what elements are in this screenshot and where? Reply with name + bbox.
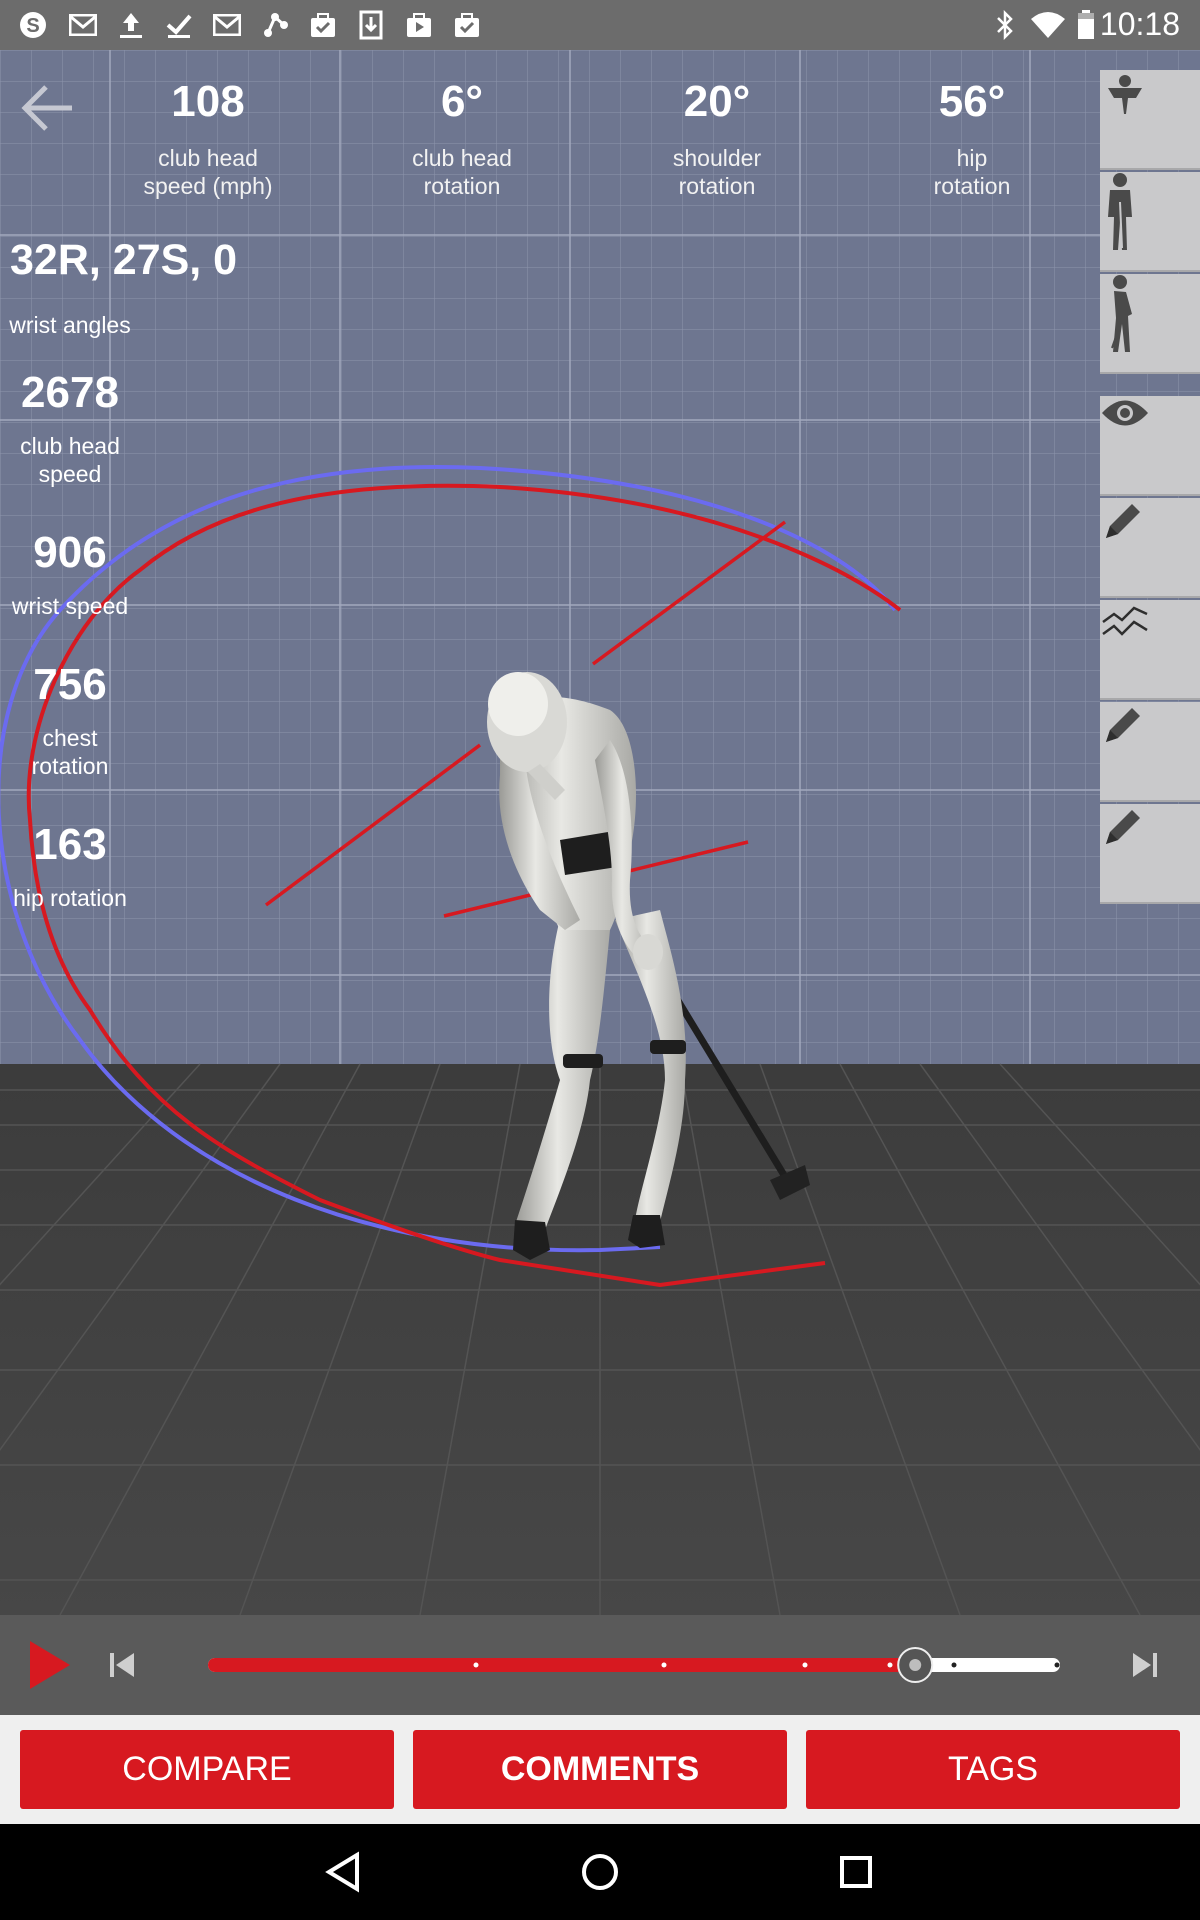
bluetooth-icon <box>990 10 1020 40</box>
wrist-angles-label: wrist angles <box>9 312 131 338</box>
playback-controls <box>0 1615 1200 1715</box>
skype-icon: S <box>18 10 48 40</box>
eye-icon <box>1102 400 1148 426</box>
svg-text:S: S <box>26 15 39 37</box>
metric-hip-rotation: 56° hip rotation <box>872 78 1072 200</box>
play-button[interactable] <box>20 1635 80 1695</box>
gmail-icon <box>68 10 98 40</box>
metric-value: 56° <box>938 77 1006 126</box>
chart-lines-icon <box>1102 606 1148 636</box>
battery-icon <box>1074 10 1098 40</box>
nav-canvas <box>310 1844 890 1900</box>
tags-button[interactable]: TAGS <box>806 1730 1180 1809</box>
metric-value: 6° <box>440 77 484 126</box>
pencil-icon <box>1106 810 1140 844</box>
front-view-button[interactable] <box>1100 172 1200 272</box>
draw-button-1[interactable] <box>1100 498 1200 598</box>
metric-label: club head rotation <box>412 145 512 199</box>
metric-label: hip rotation <box>13 885 127 911</box>
metric-value: 2678 <box>21 368 119 417</box>
nav-home-button[interactable] <box>565 1844 635 1900</box>
upload-icon <box>116 10 146 40</box>
compare-button[interactable]: COMPARE <box>20 1730 394 1809</box>
metric-chest-rotation: 756 chest rotation <box>0 660 140 780</box>
share-icon <box>260 10 290 40</box>
metric-value: 756 <box>33 660 107 709</box>
metric-shoulder-rotation: 20° shoulder rotation <box>617 78 817 200</box>
trophy-button[interactable] <box>1100 70 1200 170</box>
skip-back-button[interactable] <box>100 1645 140 1685</box>
metric-label: chest rotation <box>31 725 109 779</box>
draw-button-2[interactable] <box>1100 702 1200 802</box>
draw-button-3[interactable] <box>1100 804 1200 904</box>
metric-label: club head speed (mph) <box>143 145 273 199</box>
timeline-scrubber[interactable] <box>208 1647 1060 1683</box>
metric-club-head-speed-left: 2678 club head speed <box>0 368 140 488</box>
metric-label: club head speed <box>20 433 120 487</box>
metric-value: 163 <box>33 820 107 869</box>
golfer-side-icon <box>1111 275 1132 352</box>
metric-club-head-rotation: 6° club head rotation <box>362 78 562 200</box>
play-store-icon <box>404 10 434 40</box>
android-nav-bar <box>0 1824 1200 1920</box>
metric-label: shoulder rotation <box>672 145 762 199</box>
pencil-icon <box>1106 504 1140 538</box>
metric-hip-rotation-left: 163 hip rotation <box>0 820 140 912</box>
status-bar: S 10:18 <box>0 0 1200 50</box>
graph-button[interactable] <box>1100 600 1200 700</box>
visibility-button[interactable] <box>1100 396 1200 496</box>
screen: S 10:18 108 club head speed (mph) 6° clu… <box>0 0 1200 1920</box>
back-button[interactable] <box>18 78 78 138</box>
playback-canvas <box>20 1635 1165 1695</box>
briefcase-check-icon <box>452 10 482 40</box>
metric-value: 20° <box>683 77 751 126</box>
metric-label: hip rotation <box>933 145 1011 199</box>
action-tabs: COMPARE COMMENTS TAGS <box>0 1715 1200 1824</box>
timeline-progress <box>208 1658 916 1672</box>
metric-club-head-speed: 108 club head speed (mph) <box>108 78 308 200</box>
nav-back-button[interactable] <box>310 1844 380 1900</box>
wrist-angles-value: 32R, 27S, 0 <box>10 236 238 284</box>
trophy-icon <box>1108 75 1142 114</box>
pencil-icon <box>1106 708 1140 742</box>
nav-recents-button[interactable] <box>820 1844 890 1900</box>
comments-button[interactable]: COMMENTS <box>413 1730 787 1809</box>
metric-wrist-speed: 906 wrist speed <box>0 528 140 620</box>
skip-forward-button[interactable] <box>1125 1645 1165 1685</box>
gmail-icon <box>212 10 242 40</box>
golfer-front-icon <box>1108 173 1132 250</box>
metric-value: 108 <box>171 77 245 126</box>
metric-label: wrist speed <box>11 593 129 619</box>
check-icon <box>164 10 194 40</box>
swing-3d-view[interactable]: 108 club head speed (mph) 6° club head r… <box>0 50 1200 1615</box>
wifi-icon <box>1030 10 1066 40</box>
arrow-left-icon <box>21 85 72 131</box>
download-icon <box>356 10 386 40</box>
metric-value: 906 <box>33 528 107 577</box>
clock: 10:18 <box>1099 6 1180 42</box>
briefcase-check-icon <box>308 10 338 40</box>
side-view-button[interactable] <box>1100 274 1200 374</box>
